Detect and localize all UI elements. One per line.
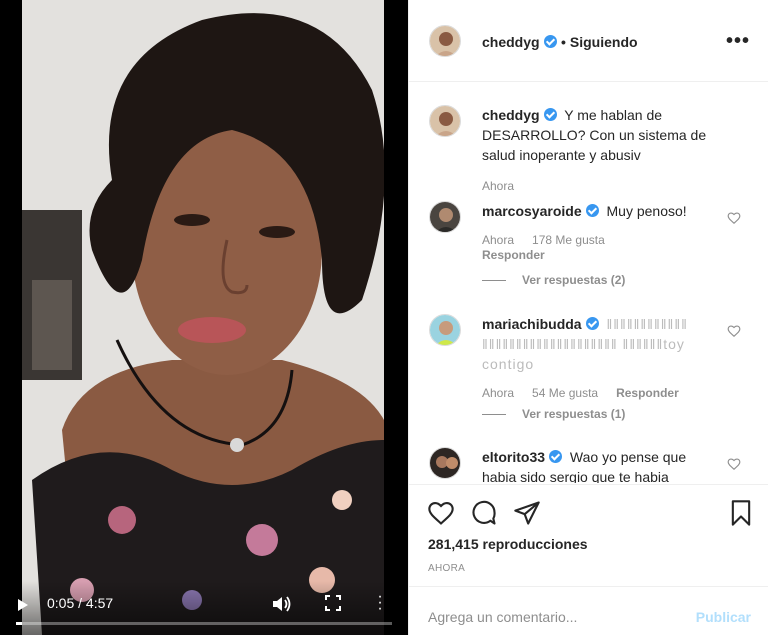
commenter-avatar[interactable] bbox=[429, 314, 461, 346]
comment-username[interactable]: mariachibudda bbox=[482, 316, 599, 332]
view-replies-label: Ver respuestas (2) bbox=[522, 273, 626, 287]
follow-dot: • bbox=[561, 34, 566, 50]
like-comment-icon[interactable] bbox=[727, 324, 741, 338]
reply-button[interactable]: Responder bbox=[482, 248, 545, 262]
video-progress-bar[interactable] bbox=[16, 622, 392, 625]
time-separator: / bbox=[78, 595, 83, 611]
verified-icon bbox=[543, 108, 557, 121]
post-timestamp: AHORA bbox=[428, 563, 466, 574]
author-avatar[interactable] bbox=[429, 105, 461, 137]
comments-list[interactable]: cheddyg Y me hablan de DESARROLLO? Con u… bbox=[409, 83, 768, 483]
verified-icon bbox=[585, 204, 599, 217]
comment-username[interactable]: marcosyaroide bbox=[482, 203, 599, 219]
video-still-image bbox=[22, 0, 384, 635]
view-replies-label: Ver respuestas (1) bbox=[522, 407, 626, 421]
comment-icon[interactable] bbox=[470, 499, 498, 527]
video-time: 0:05 / 4:57 bbox=[47, 595, 113, 611]
more-options-icon[interactable]: ••• bbox=[726, 30, 750, 53]
fullscreen-icon[interactable] bbox=[325, 595, 341, 611]
comment-time: Ahora bbox=[482, 233, 515, 247]
like-icon[interactable] bbox=[427, 499, 455, 527]
current-time: 0:05 bbox=[47, 595, 75, 611]
caption-username-text: cheddyg bbox=[482, 107, 540, 123]
post-header: cheddyg • Siguiendo ••• bbox=[409, 0, 768, 82]
video-frame[interactable] bbox=[22, 0, 384, 635]
reply-button[interactable]: Responder bbox=[616, 386, 679, 400]
like-comment-icon[interactable] bbox=[727, 457, 741, 471]
comment-username[interactable]: eltorito33 bbox=[482, 449, 563, 465]
author-avatar[interactable] bbox=[429, 25, 461, 57]
video-options-icon[interactable]: · · · bbox=[377, 589, 383, 617]
comment-likes[interactable]: 178 Me gusta bbox=[532, 233, 605, 247]
comment-likes[interactable]: 54 Me gusta bbox=[532, 386, 598, 400]
verified-icon bbox=[549, 450, 563, 463]
follow-status-label: Siguiendo bbox=[569, 34, 638, 50]
add-comment-bar: Agrega un comentario... Publicar bbox=[409, 586, 768, 635]
view-replies-button[interactable]: Ver respuestas (2) bbox=[482, 273, 625, 287]
publish-button[interactable]: Publicar bbox=[696, 609, 751, 625]
view-count[interactable]: 281,415 reproducciones bbox=[428, 536, 588, 552]
verified-icon bbox=[585, 317, 599, 330]
video-controls: 0:05 / 4:57 · · · bbox=[0, 581, 408, 635]
comment-input[interactable]: Agrega un comentario... bbox=[428, 609, 577, 625]
share-icon[interactable] bbox=[513, 499, 541, 527]
like-comment-icon[interactable] bbox=[727, 211, 741, 225]
comment-username-text: marcosyaroide bbox=[482, 203, 582, 219]
commenter-avatar[interactable] bbox=[429, 447, 461, 479]
save-icon[interactable] bbox=[727, 499, 755, 527]
author-username[interactable]: cheddyg bbox=[482, 34, 557, 50]
comment-text: Muy penoso! bbox=[606, 203, 687, 219]
comment-username-text: eltorito33 bbox=[482, 449, 546, 465]
commenter-avatar[interactable] bbox=[429, 201, 461, 233]
duration: 4:57 bbox=[85, 595, 114, 611]
caption-time: Ahora bbox=[482, 179, 515, 193]
video-progress-fill bbox=[16, 622, 23, 625]
play-icon[interactable] bbox=[18, 599, 28, 611]
volume-icon[interactable] bbox=[272, 595, 292, 613]
verified-icon bbox=[543, 35, 557, 48]
follow-status[interactable]: • Siguiendo bbox=[561, 34, 638, 50]
post-sidebar: cheddyg • Siguiendo ••• cheddyg Y me habl… bbox=[408, 0, 768, 635]
view-replies-button[interactable]: Ver respuestas (1) bbox=[482, 407, 625, 421]
caption-username[interactable]: cheddyg bbox=[482, 107, 557, 123]
comment-time: Ahora bbox=[482, 386, 515, 400]
video-player[interactable]: 0:05 / 4:57 · · · bbox=[0, 0, 408, 635]
author-username-text: cheddyg bbox=[482, 34, 540, 50]
comment-username-text: mariachibudda bbox=[482, 316, 582, 332]
post-actions: 281,415 reproducciones AHORA bbox=[409, 484, 768, 586]
